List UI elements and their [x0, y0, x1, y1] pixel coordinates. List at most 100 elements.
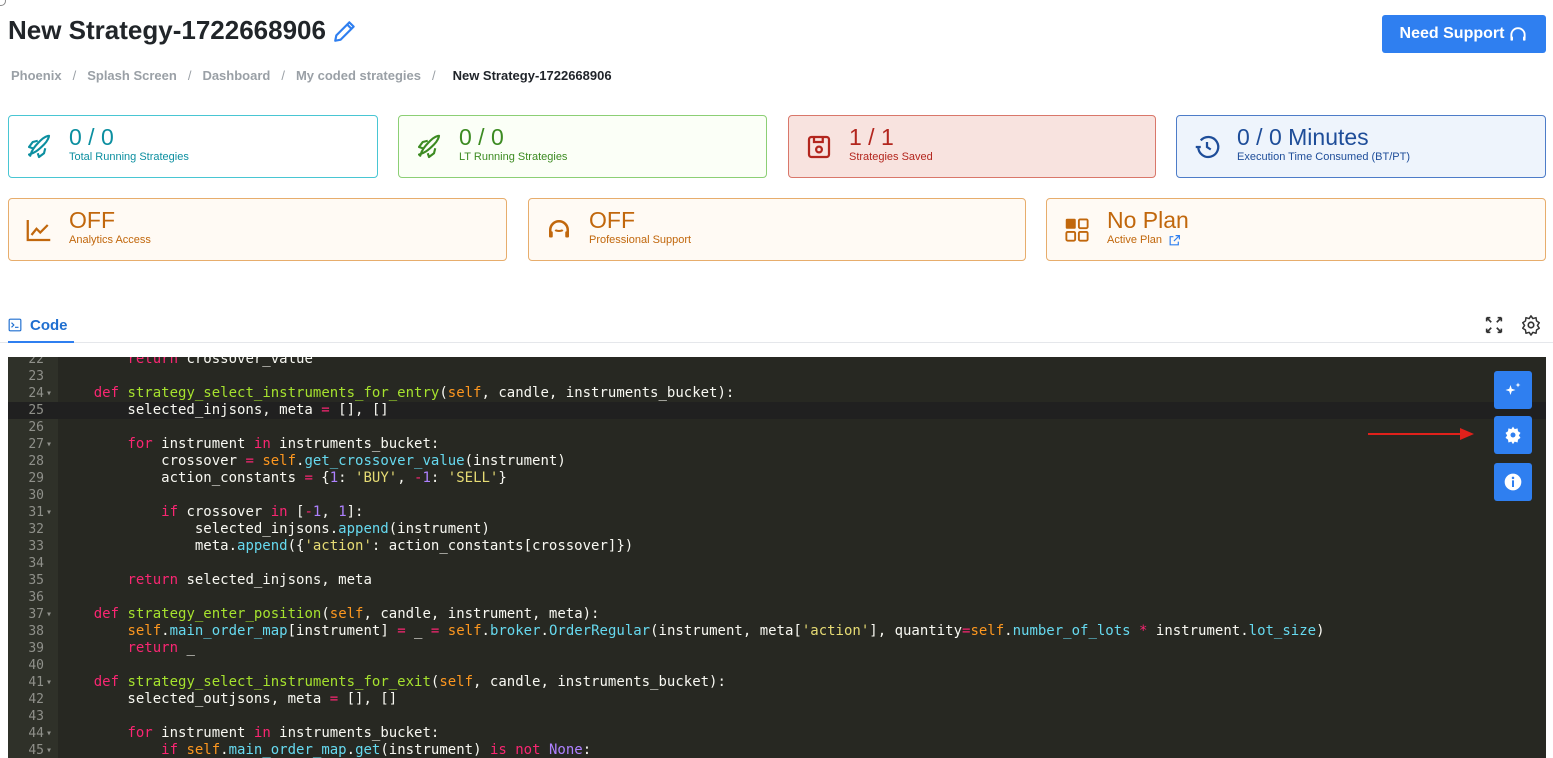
page-title-text: New Strategy-1722668906 — [8, 15, 326, 45]
line-number: 42 — [28, 692, 44, 707]
line-number: 38 — [28, 624, 44, 639]
external-link-icon[interactable] — [1168, 234, 1181, 247]
corner-circle-icon — [0, 0, 6, 6]
line-number: 41 — [28, 675, 44, 690]
line-number: 28 — [28, 454, 44, 469]
info-button[interactable] — [1494, 463, 1532, 501]
code-line[interactable]: 25 selected_injsons, meta = [], [] — [8, 402, 1546, 419]
code-text: def strategy_enter_position(self, candle… — [93, 606, 600, 622]
fold-toggle-icon[interactable]: ▾ — [46, 436, 52, 453]
line-number: 33 — [28, 539, 44, 554]
editor-settings-button[interactable] — [1494, 416, 1532, 454]
line-number: 22 — [28, 357, 44, 367]
code-line[interactable]: 26 — [8, 419, 1546, 436]
fold-toggle-icon[interactable]: ▾ — [46, 674, 52, 691]
code-line[interactable]: 31 ▾ if crossover in [-1, 1]: — [8, 504, 1546, 521]
breadcrumb-item-dashboard[interactable]: Dashboard — [202, 68, 270, 83]
stat-card-professional-support: OFF Professional Support — [528, 198, 1026, 261]
fullscreen-icon[interactable] — [1483, 314, 1505, 336]
stat-value: 0 / 0 Minutes — [1237, 124, 1369, 150]
stat-value: OFF — [589, 207, 635, 233]
line-number: 44 — [28, 726, 44, 741]
code-text: action_constants = {1: 'BUY', -1: 'SELL'… — [60, 470, 507, 486]
code-text: meta.append({'action': action_constants[… — [60, 538, 634, 554]
code-editor[interactable]: 22 return crossover_value 23 24 ▾ def strat… — [8, 357, 1546, 758]
fold-toggle-icon[interactable]: ▾ — [46, 725, 52, 742]
code-text: return selected_injsons, meta — [127, 572, 372, 588]
code-line[interactable]: 38 self.main_order_map[instrument] = _ =… — [8, 623, 1546, 640]
code-line[interactable]: 33 meta.append({'action': action_constan… — [8, 538, 1546, 555]
stat-value: No Plan — [1107, 207, 1189, 233]
stat-card-total-running: 0 / 0 Total Running Strategies — [8, 115, 378, 178]
breadcrumb: Phoenix / Splash Screen / Dashboard / My… — [11, 68, 612, 83]
fold-toggle-icon[interactable]: ▾ — [46, 504, 52, 521]
fold-toggle-icon[interactable]: ▾ — [46, 606, 52, 623]
ai-assist-button[interactable] — [1494, 371, 1532, 409]
ai-sparkle-icon — [1505, 382, 1521, 395]
line-number: 32 — [28, 522, 44, 537]
code-line[interactable]: 22 return crossover_value — [8, 357, 1546, 368]
code-text: for instrument in instruments_bucket: — [127, 436, 440, 452]
code-line[interactable]: 45 ▾ if self.main_order_map.get(instrumen… — [8, 742, 1546, 758]
line-number: 27 — [28, 437, 44, 452]
code-line[interactable]: 44 ▾ for instrument in instruments_bucket… — [8, 725, 1546, 742]
line-number: 31 — [28, 505, 44, 520]
line-number: 34 — [28, 556, 44, 571]
line-number: 36 — [28, 590, 44, 605]
code-line[interactable]: 36 — [8, 589, 1546, 606]
code-line[interactable]: 41 ▾ def strategy_select_instruments_for_… — [8, 674, 1546, 691]
fold-toggle-icon[interactable]: ▾ — [46, 742, 52, 758]
code-line[interactable]: 39 return _ — [8, 640, 1546, 657]
code-line[interactable]: 37 ▾ def strategy_enter_position(self, ca… — [8, 606, 1546, 623]
code-line[interactable]: 29 action_constants = {1: 'BUY', -1: 'SE… — [8, 470, 1546, 487]
code-text: return crossover_value — [127, 357, 313, 367]
history-icon — [1195, 135, 1220, 158]
code-text: crossover = self.get_crossover_value(ins… — [60, 453, 566, 469]
code-line[interactable]: 43 — [8, 708, 1546, 725]
stat-label: LT Running Strategies — [459, 151, 568, 163]
code-line[interactable]: 30 — [8, 487, 1546, 504]
breadcrumb-separator: / — [72, 68, 77, 83]
code-text: selected_outjsons, meta = [], [] — [60, 691, 398, 707]
breadcrumb-item-splash-screen[interactable]: Splash Screen — [87, 68, 177, 83]
code-text: self.main_order_map[instrument] = _ = se… — [127, 623, 1325, 639]
code-text: def strategy_select_instruments_for_exit… — [93, 674, 726, 690]
breadcrumb-item-phoenix[interactable]: Phoenix — [11, 68, 62, 83]
code-text: return _ — [127, 640, 195, 656]
edit-pencil-icon[interactable] — [332, 18, 358, 44]
code-line[interactable]: 32 selected_injsons.append(instrument) — [8, 521, 1546, 538]
code-line[interactable]: 27 ▾ for instrument in instruments_bucket… — [8, 436, 1546, 453]
rocket-icon — [27, 134, 51, 158]
code-line[interactable]: 42 selected_outjsons, meta = [], [] — [8, 691, 1546, 708]
code-line[interactable]: 35 return selected_injsons, meta — [8, 572, 1546, 589]
stat-label: Strategies Saved — [849, 151, 933, 163]
breadcrumb-item-my-coded-strategies[interactable]: My coded strategies — [296, 68, 421, 83]
stat-card-execution-time: 0 / 0 Minutes Execution Time Consumed (B… — [1176, 115, 1546, 178]
tab-code[interactable]: Code — [8, 313, 68, 337]
stat-value: OFF — [69, 207, 115, 233]
settings-gear-icon — [1505, 426, 1521, 445]
line-number: 25 — [28, 403, 44, 418]
stat-value: 0 / 0 — [459, 124, 504, 150]
fold-toggle-icon[interactable]: ▾ — [46, 385, 52, 402]
red-arrow-annotation — [1368, 428, 1474, 440]
stat-label: Active Plan — [1107, 233, 1189, 247]
info-icon — [1504, 473, 1522, 491]
code-line[interactable]: 40 — [8, 657, 1546, 674]
need-support-button[interactable]: Need Support — [1382, 15, 1546, 53]
tab-active-indicator — [8, 341, 74, 343]
breadcrumb-separator: / — [187, 68, 192, 83]
line-number: 35 — [28, 573, 44, 588]
code-line[interactable]: 24 ▾ def strategy_select_instruments_for_… — [8, 385, 1546, 402]
stat-value: 0 / 0 — [69, 124, 114, 150]
code-text: selected_injsons.append(instrument) — [60, 521, 490, 537]
line-number: 26 — [28, 420, 44, 435]
code-line[interactable]: 23 — [8, 368, 1546, 385]
stat-value: 1 / 1 — [849, 124, 894, 150]
code-line[interactable]: 28 crossover = self.get_crossover_value(… — [8, 453, 1546, 470]
line-number: 23 — [28, 369, 44, 384]
code-line[interactable]: 34 — [8, 555, 1546, 572]
stat-card-analytics-access: OFF Analytics Access — [8, 198, 507, 261]
settings-gear-icon[interactable] — [1520, 314, 1542, 336]
page-title: New Strategy-1722668906 — [8, 15, 358, 46]
